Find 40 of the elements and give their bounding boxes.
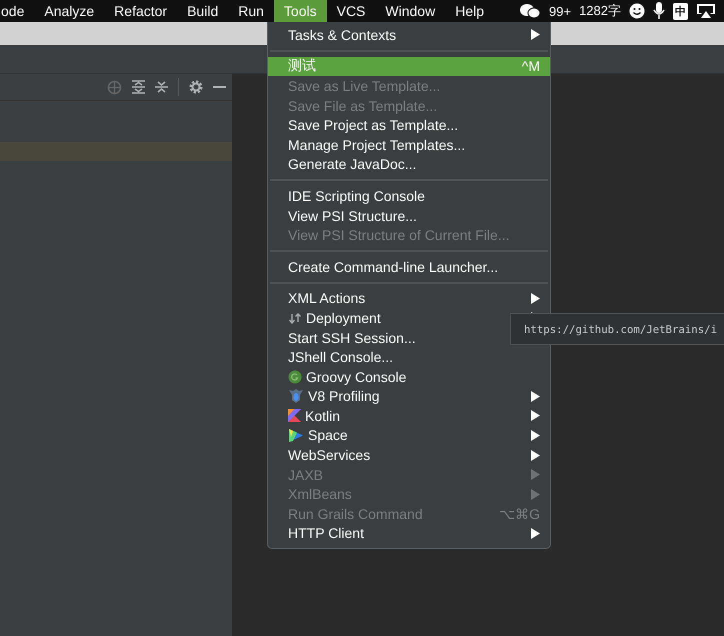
menu-title[interactable]: Window	[375, 0, 446, 22]
menu-item[interactable]: Kotlin	[268, 406, 550, 426]
menu-title[interactable]: Refactor	[104, 0, 178, 22]
chat-icon[interactable]	[519, 3, 542, 19]
circle-logo-icon	[288, 370, 302, 384]
menu-title[interactable]: Run	[228, 0, 274, 22]
menu-item[interactable]: View PSI Structure...	[268, 206, 550, 226]
menu-item[interactable]: Space	[268, 426, 550, 446]
menu-item[interactable]: WebServices	[268, 445, 550, 465]
shield-icon	[288, 388, 304, 404]
status-text: 99+	[549, 4, 572, 18]
menu-item[interactable]: Generate JavaDoc...	[268, 154, 550, 174]
menu-item[interactable]: Tasks & Contexts	[268, 25, 550, 45]
menu-title[interactable]: VCS	[326, 0, 376, 22]
menu-item[interactable]: Save Project as Template...	[268, 115, 550, 135]
menu-title[interactable]: Help	[445, 0, 494, 22]
smiley-icon[interactable]	[629, 3, 645, 19]
menu-item[interactable]: V8 Profiling	[268, 386, 550, 406]
collapse-all-icon[interactable]	[155, 80, 168, 94]
menu-item[interactable]: Manage Project Templates...	[268, 134, 550, 155]
menu-item[interactable]: Groovy Console	[268, 366, 550, 386]
menu-title[interactable]: Build	[177, 0, 228, 22]
menu-item[interactable]: XML Actions	[268, 288, 550, 308]
menu-item[interactable]: HTTP Client	[268, 524, 550, 544]
menu-title[interactable]: ode	[0, 0, 34, 22]
menu-item[interactable]: Create Command-line Launcher...	[268, 256, 550, 277]
menu-item[interactable]: JShell Console...	[268, 347, 550, 367]
menu-item[interactable]: IDE Scripting Console	[268, 186, 550, 206]
settings-icon[interactable]	[189, 80, 203, 94]
kotlin-logo-icon	[288, 409, 301, 422]
screen-mirroring-icon[interactable]	[696, 3, 716, 19]
tooltip-text: https://github.com/JetBrains/i	[524, 322, 718, 336]
menu-title[interactable]: Analyze	[34, 0, 104, 22]
space-logo-icon	[288, 428, 304, 443]
up-down-arrows-icon	[288, 310, 302, 325]
input-method-badge[interactable]: 中	[673, 2, 688, 20]
microphone-icon[interactable]	[653, 2, 665, 20]
expand-all-icon[interactable]	[132, 80, 145, 94]
status-text: 1282字	[579, 2, 621, 20]
minimize-icon[interactable]	[213, 86, 226, 88]
